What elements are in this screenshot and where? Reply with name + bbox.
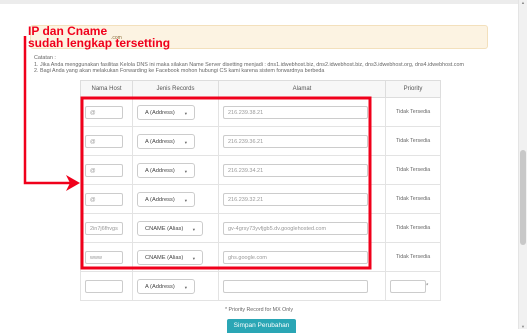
host-input[interactable]: 2in7j6fhvgs	[85, 221, 123, 235]
chevron-down-icon: ▾	[184, 110, 187, 116]
required-asterisk: *	[426, 283, 429, 289]
chevron-down-icon: ▾	[192, 226, 195, 232]
host-input[interactable]: @	[85, 192, 123, 206]
header-alamat: Alamat	[218, 80, 386, 98]
address-input[interactable]: 216.239.34.21	[223, 163, 368, 177]
scrollbar-thumb[interactable]	[520, 150, 526, 245]
address-input[interactable]: 216.239.38.21	[223, 105, 368, 119]
record-type-value: A (Address)	[145, 109, 175, 116]
priority-note: * Priority Record for MX Only	[225, 307, 293, 313]
header-nama-host: Nama Host	[80, 80, 133, 98]
record-type-value: A (Address)	[145, 283, 175, 290]
chevron-down-icon: ▾	[184, 139, 187, 145]
scroll-up-arrow-icon[interactable]: ▲	[519, 0, 527, 5]
priority-text: Tidak Tersedia	[385, 184, 441, 214]
table-row: @ A (Address) ▾ 216.239.34.21 Tidak Terse…	[80, 155, 441, 185]
priority-text: Tidak Tersedia	[385, 213, 441, 243]
top-bar	[0, 0, 527, 4]
chevron-down-icon: ▾	[184, 168, 187, 174]
notes-item: 2. Bagi Anda yang akan melakukan Forward…	[34, 68, 325, 75]
record-type-select[interactable]: A (Address) ▾	[137, 104, 195, 120]
record-type-select[interactable]: A (Address) ▾	[137, 191, 195, 207]
host-input[interactable]: @	[85, 134, 123, 148]
chevron-down-icon: ▾	[192, 255, 195, 261]
priority-text: Tidak Tersedia	[385, 97, 441, 127]
table-row: @ A (Address) ▾ 216.239.32.21 Tidak Terse…	[80, 184, 441, 214]
table-row: @ A (Address) ▾ 216.239.36.21 Tidak Terse…	[80, 126, 441, 156]
priority-text: Tidak Tersedia	[385, 155, 441, 185]
dns-records-table: Nama Host Jenis Records Alamat Priority …	[80, 80, 441, 301]
address-input[interactable]: 216.239.32.21	[223, 192, 368, 206]
address-input[interactable]: gv-4grsy73yvfjgb5.dv.googlehosted.com	[223, 221, 368, 235]
annotation-text: IP dan Cname sudah lengkap tersetting	[28, 25, 170, 49]
notes-item: 1. Jika Anda menggunakan fasilitas Kelol…	[34, 61, 464, 68]
record-type-select[interactable]: CNAME (Alias) ▾	[137, 249, 203, 265]
header-jenis-records: Jenis Records	[132, 80, 219, 98]
priority-text: Tidak Tersedia	[385, 242, 441, 272]
save-button[interactable]: Simpan Perubahan	[227, 319, 296, 333]
table-row-new: A (Address) ▾ *	[80, 271, 441, 301]
chevron-down-icon: ▾	[184, 197, 187, 203]
new-address-input[interactable]	[223, 279, 368, 293]
new-host-input[interactable]	[85, 279, 123, 293]
priority-text: Tidak Tersedia	[385, 126, 441, 156]
chevron-down-icon: ▾	[184, 284, 187, 290]
record-type-select[interactable]: CNAME (Alias) ▾	[137, 220, 203, 236]
notes-title: Catatan :	[34, 55, 56, 61]
record-type-value: A (Address)	[145, 167, 175, 174]
table-row: www CNAME (Alias) ▾ ghs.google.com Tidak …	[80, 242, 441, 272]
scroll-down-arrow-icon[interactable]: ▼	[519, 324, 527, 329]
table-row: 2in7j6fhvgs CNAME (Alias) ▾ gv-4grsy73yvf…	[80, 213, 441, 243]
record-type-select[interactable]: A (Address) ▾	[137, 162, 195, 178]
new-record-type-select[interactable]: A (Address) ▾	[137, 278, 195, 294]
table-header-row: Nama Host Jenis Records Alamat Priority	[80, 80, 441, 98]
table-row: @ A (Address) ▾ 216.239.38.21 Tidak Terse…	[80, 97, 441, 127]
record-type-value: A (Address)	[145, 196, 175, 203]
header-priority: Priority	[385, 80, 441, 98]
host-input[interactable]: www	[85, 250, 123, 264]
new-priority-input[interactable]	[390, 279, 426, 293]
host-input[interactable]: @	[85, 105, 123, 119]
annotation-line-2: sudah lengkap tersetting	[28, 36, 171, 50]
annotation-arrow-head	[66, 175, 80, 191]
host-input[interactable]: @	[85, 163, 123, 177]
record-type-value: CNAME (Alias)	[145, 225, 184, 232]
address-input[interactable]: 216.239.36.21	[223, 134, 368, 148]
page-scrollbar[interactable]: ▲ ▼	[518, 0, 527, 329]
notes: Catatan : 1. Jika Anda menggunakan fasil…	[34, 55, 464, 75]
record-type-value: A (Address)	[145, 138, 175, 145]
address-input[interactable]: ghs.google.com	[223, 250, 368, 264]
record-type-select[interactable]: A (Address) ▾	[137, 133, 195, 149]
record-type-value: CNAME (Alias)	[145, 254, 184, 261]
